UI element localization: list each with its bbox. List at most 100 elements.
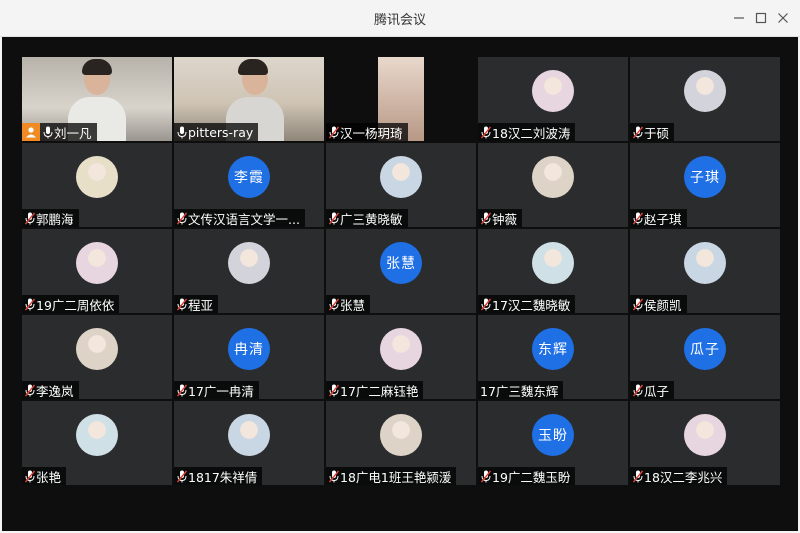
avatar-photo xyxy=(684,70,726,112)
host-user-icon xyxy=(22,123,40,141)
mic-status xyxy=(632,125,644,139)
participant-label: 文传汉语言文学一... xyxy=(174,209,305,227)
participant-tile[interactable]: 郭鹏海 xyxy=(22,143,172,227)
mic-status xyxy=(24,211,36,225)
participant-label: 19广二魏玉盼 xyxy=(478,467,576,485)
title-bar: 腾讯会议 xyxy=(0,0,800,37)
participant-tile[interactable]: 程亚 xyxy=(174,229,324,313)
participant-label: 张艳 xyxy=(22,467,67,485)
mic-status xyxy=(480,125,492,139)
mic-muted-icon xyxy=(177,298,187,310)
mic-muted-icon xyxy=(177,384,187,396)
participant-tile[interactable]: 子琪 赵子琪 xyxy=(630,143,780,227)
participant-label: 17广二麻钰艳 xyxy=(326,381,424,399)
mic-muted-icon xyxy=(633,384,643,396)
participant-name: 程亚 xyxy=(188,297,214,313)
participant-tile[interactable]: pitters-ray xyxy=(174,57,324,141)
participant-name: 汉一杨玥琦 xyxy=(340,125,403,141)
avatar-photo xyxy=(76,328,118,370)
participant-tile[interactable]: 刘一凡 xyxy=(22,57,172,141)
mic-muted-icon xyxy=(633,298,643,310)
mic-status xyxy=(328,469,340,483)
participant-name: 广三黄晓敏 xyxy=(340,211,403,227)
participant-tile[interactable]: 侯颜凯 xyxy=(630,229,780,313)
close-button[interactable] xyxy=(772,8,794,28)
participant-tile[interactable]: 汉一杨玥琦 xyxy=(326,57,476,141)
participant-name: 刘一凡 xyxy=(54,125,92,141)
participant-tile[interactable]: 19广二周依依 xyxy=(22,229,172,313)
participant-tile[interactable]: 玉盼 19广二魏玉盼 xyxy=(478,401,628,485)
mic-status xyxy=(480,211,492,225)
mic-status xyxy=(42,125,54,139)
avatar-photo xyxy=(380,156,422,198)
participant-name: 张慧 xyxy=(340,297,366,313)
participant-label: 17广一冉清 xyxy=(174,381,259,399)
avatar-photo xyxy=(532,156,574,198)
avatar-photo xyxy=(76,242,118,284)
mic-muted-icon xyxy=(25,298,35,310)
participant-label: 于硕 xyxy=(630,123,675,141)
participant-tile[interactable]: 东辉 17广三魏东辉 xyxy=(478,315,628,399)
participant-tile[interactable]: 张慧 张慧 xyxy=(326,229,476,313)
participant-tile[interactable]: 张艳 xyxy=(22,401,172,485)
participant-tile[interactable]: 18汉二刘波涛 xyxy=(478,57,628,141)
mic-status xyxy=(632,297,644,311)
avatar-photo xyxy=(228,242,270,284)
mic-status xyxy=(328,383,340,397)
mic-icon xyxy=(177,126,187,138)
participant-tile[interactable]: 广三黄晓敏 xyxy=(326,143,476,227)
window-title: 腾讯会议 xyxy=(373,13,426,28)
participant-tile[interactable]: 17广二麻钰艳 xyxy=(326,315,476,399)
avatar-photo xyxy=(76,414,118,456)
participant-label: 18汉二李兆兴 xyxy=(630,467,728,485)
mic-status xyxy=(24,297,36,311)
participant-label: 18广电1班王艳颍湲 xyxy=(326,467,457,485)
participant-name: 瓜子 xyxy=(644,383,670,399)
participant-label: 17广三魏东辉 xyxy=(478,381,564,399)
mic-muted-icon xyxy=(633,470,643,482)
mic-status xyxy=(328,125,340,139)
mic-status xyxy=(632,469,644,483)
participant-tile[interactable]: 冉清 17广一冉清 xyxy=(174,315,324,399)
mic-status xyxy=(176,125,188,139)
participant-tile[interactable]: 瓜子 瓜子 xyxy=(630,315,780,399)
mic-status xyxy=(632,211,644,225)
participant-name: 17广三魏东辉 xyxy=(480,383,559,399)
mic-muted-icon xyxy=(329,126,339,138)
video-gallery: 刘一凡 pitters-ray 汉一杨玥琦 18汉二刘波涛 于硕郭鹏海 李霞 文传汉语言文学… xyxy=(2,37,798,531)
avatar-initials: 冉清 xyxy=(228,328,270,370)
participant-tile[interactable]: 17汉二魏晓敏 xyxy=(478,229,628,313)
participant-tile[interactable]: 18汉二李兆兴 xyxy=(630,401,780,485)
mic-status xyxy=(176,469,188,483)
avatar-photo xyxy=(684,414,726,456)
participant-tile[interactable]: 钟薇 xyxy=(478,143,628,227)
participant-label: 程亚 xyxy=(174,295,219,313)
participant-name: 赵子琪 xyxy=(644,211,682,227)
participant-name: 文传汉语言文学一... xyxy=(188,211,300,227)
avatar-photo xyxy=(684,242,726,284)
participant-tile[interactable]: 李霞 文传汉语言文学一... xyxy=(174,143,324,227)
mic-muted-icon xyxy=(329,298,339,310)
mic-muted-icon xyxy=(177,212,187,224)
participant-tile[interactable]: 李逸岚 xyxy=(22,315,172,399)
participant-tile[interactable]: 18广电1班王艳颍湲 xyxy=(326,401,476,485)
participant-name: 张艳 xyxy=(36,469,62,485)
mic-muted-icon xyxy=(329,212,339,224)
participant-name: 侯颜凯 xyxy=(644,297,682,313)
minimize-button[interactable] xyxy=(728,8,750,28)
mic-muted-icon xyxy=(25,384,35,396)
mic-muted-icon xyxy=(633,212,643,224)
mic-status xyxy=(24,469,36,483)
avatar-initials: 张慧 xyxy=(380,242,422,284)
mic-muted-icon xyxy=(177,470,187,482)
mic-status xyxy=(328,297,340,311)
participant-label: 1817朱祥倩 xyxy=(174,467,263,485)
mic-status xyxy=(480,469,492,483)
participant-label: pitters-ray xyxy=(174,123,259,141)
maximize-button[interactable] xyxy=(750,8,772,28)
participant-label: 瓜子 xyxy=(630,381,675,399)
participant-name: 19广二周依依 xyxy=(36,297,115,313)
participant-tile[interactable]: 于硕 xyxy=(630,57,780,141)
participant-tile[interactable]: 1817朱祥倩 xyxy=(174,401,324,485)
participant-name: 19广二魏玉盼 xyxy=(492,469,571,485)
